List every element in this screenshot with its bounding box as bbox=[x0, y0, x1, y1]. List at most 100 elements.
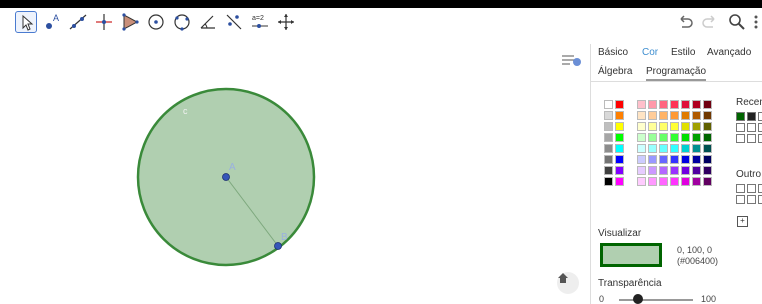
color-swatch[interactable] bbox=[670, 155, 679, 164]
recent-color-swatch[interactable] bbox=[736, 112, 745, 121]
other-color-swatch[interactable] bbox=[736, 195, 745, 204]
color-swatch[interactable] bbox=[703, 177, 712, 186]
color-swatch[interactable] bbox=[648, 133, 657, 142]
menu-icon[interactable] bbox=[752, 13, 762, 36]
color-swatch[interactable] bbox=[637, 166, 646, 175]
home-icon[interactable] bbox=[557, 272, 579, 294]
color-swatch[interactable] bbox=[692, 133, 701, 142]
move-tool-icon[interactable] bbox=[15, 11, 37, 33]
color-swatch[interactable] bbox=[648, 122, 657, 131]
color-swatch[interactable] bbox=[670, 122, 679, 131]
color-swatch[interactable] bbox=[670, 166, 679, 175]
color-swatch[interactable] bbox=[703, 144, 712, 153]
color-swatch[interactable] bbox=[637, 177, 646, 186]
color-swatch[interactable] bbox=[681, 155, 690, 164]
other-color-swatch[interactable] bbox=[736, 184, 745, 193]
color-swatch[interactable] bbox=[692, 177, 701, 186]
color-swatch[interactable] bbox=[648, 166, 657, 175]
color-swatch[interactable] bbox=[648, 177, 657, 186]
point-b-dot[interactable] bbox=[274, 242, 282, 250]
color-swatch[interactable] bbox=[615, 122, 624, 131]
color-swatch[interactable] bbox=[604, 155, 613, 164]
color-swatch[interactable] bbox=[604, 133, 613, 142]
color-swatch[interactable] bbox=[615, 133, 624, 142]
tab-algebra[interactable]: Álgebra bbox=[598, 66, 632, 77]
color-swatch[interactable] bbox=[670, 177, 679, 186]
color-swatch[interactable] bbox=[659, 111, 668, 120]
tab-avancado[interactable]: Avançado bbox=[707, 47, 751, 58]
color-swatch[interactable] bbox=[659, 133, 668, 142]
color-swatch[interactable] bbox=[692, 155, 701, 164]
move-view-tool-icon[interactable] bbox=[275, 11, 297, 33]
color-swatch[interactable] bbox=[604, 100, 613, 109]
recent-color-swatch[interactable] bbox=[758, 123, 762, 132]
color-swatch[interactable] bbox=[681, 100, 690, 109]
color-swatch[interactable] bbox=[604, 144, 613, 153]
angle-tool-icon[interactable] bbox=[197, 11, 219, 33]
color-swatch[interactable] bbox=[648, 144, 657, 153]
color-swatch[interactable] bbox=[648, 100, 657, 109]
tab-cor[interactable]: Cor bbox=[642, 47, 658, 58]
color-swatch[interactable] bbox=[615, 100, 624, 109]
circle-three-points-tool-icon[interactable] bbox=[171, 11, 193, 33]
other-color-swatch[interactable] bbox=[758, 184, 762, 193]
recent-color-swatch[interactable] bbox=[736, 123, 745, 132]
other-color-swatch[interactable] bbox=[747, 195, 756, 204]
reflect-tool-icon[interactable] bbox=[223, 11, 245, 33]
color-swatch[interactable] bbox=[681, 111, 690, 120]
color-swatch[interactable] bbox=[659, 122, 668, 131]
color-swatch[interactable] bbox=[659, 166, 668, 175]
color-swatch[interactable] bbox=[692, 122, 701, 131]
recent-color-swatch[interactable] bbox=[747, 123, 756, 132]
color-swatch[interactable] bbox=[670, 133, 679, 142]
color-swatch[interactable] bbox=[637, 155, 646, 164]
color-swatch[interactable] bbox=[659, 100, 668, 109]
transparency-slider-knob[interactable] bbox=[632, 294, 643, 304]
line-tool-icon[interactable] bbox=[67, 11, 89, 33]
redo-icon[interactable] bbox=[701, 13, 719, 36]
color-swatch[interactable] bbox=[615, 177, 624, 186]
color-swatch[interactable] bbox=[648, 155, 657, 164]
recent-color-swatch[interactable] bbox=[747, 112, 756, 121]
color-swatch[interactable] bbox=[659, 177, 668, 186]
color-swatch[interactable] bbox=[681, 166, 690, 175]
color-swatch[interactable] bbox=[637, 100, 646, 109]
color-swatch[interactable] bbox=[648, 111, 657, 120]
color-swatch[interactable] bbox=[703, 155, 712, 164]
color-swatch[interactable] bbox=[637, 111, 646, 120]
color-swatch[interactable] bbox=[637, 122, 646, 131]
color-swatch[interactable] bbox=[615, 111, 624, 120]
perpendicular-tool-icon[interactable] bbox=[93, 11, 115, 33]
color-swatch[interactable] bbox=[692, 111, 701, 120]
color-swatch[interactable] bbox=[703, 166, 712, 175]
color-swatch[interactable] bbox=[637, 133, 646, 142]
undo-icon[interactable] bbox=[676, 13, 694, 36]
color-swatch[interactable] bbox=[604, 177, 613, 186]
color-swatch[interactable] bbox=[615, 155, 624, 164]
color-swatch[interactable] bbox=[703, 122, 712, 131]
color-swatch[interactable] bbox=[670, 111, 679, 120]
point-tool-icon[interactable]: A bbox=[41, 11, 63, 33]
point-a-dot[interactable] bbox=[222, 173, 230, 181]
color-swatch[interactable] bbox=[604, 122, 613, 131]
color-swatch[interactable] bbox=[670, 100, 679, 109]
recent-color-swatch[interactable] bbox=[736, 134, 745, 143]
transparency-slider-track[interactable] bbox=[619, 299, 693, 301]
slider-tool-icon[interactable]: a=2 bbox=[249, 11, 271, 33]
color-swatch[interactable] bbox=[681, 133, 690, 142]
recent-color-swatch[interactable] bbox=[747, 134, 756, 143]
other-color-swatch[interactable] bbox=[758, 195, 762, 204]
tab-programacao[interactable]: Programação bbox=[646, 66, 707, 81]
color-swatch[interactable] bbox=[604, 166, 613, 175]
polygon-tool-icon[interactable] bbox=[119, 11, 141, 33]
tab-basico[interactable]: Básico bbox=[598, 47, 628, 58]
recent-color-swatch[interactable] bbox=[758, 134, 762, 143]
add-custom-color-button[interactable]: + bbox=[737, 216, 748, 227]
color-swatch[interactable] bbox=[604, 111, 613, 120]
color-swatch[interactable] bbox=[659, 144, 668, 153]
tab-estilo[interactable]: Estilo bbox=[671, 47, 695, 58]
style-bar-toggle-icon[interactable] bbox=[560, 52, 582, 74]
color-swatch[interactable] bbox=[692, 100, 701, 109]
color-swatch[interactable] bbox=[703, 133, 712, 142]
color-swatch[interactable] bbox=[659, 155, 668, 164]
